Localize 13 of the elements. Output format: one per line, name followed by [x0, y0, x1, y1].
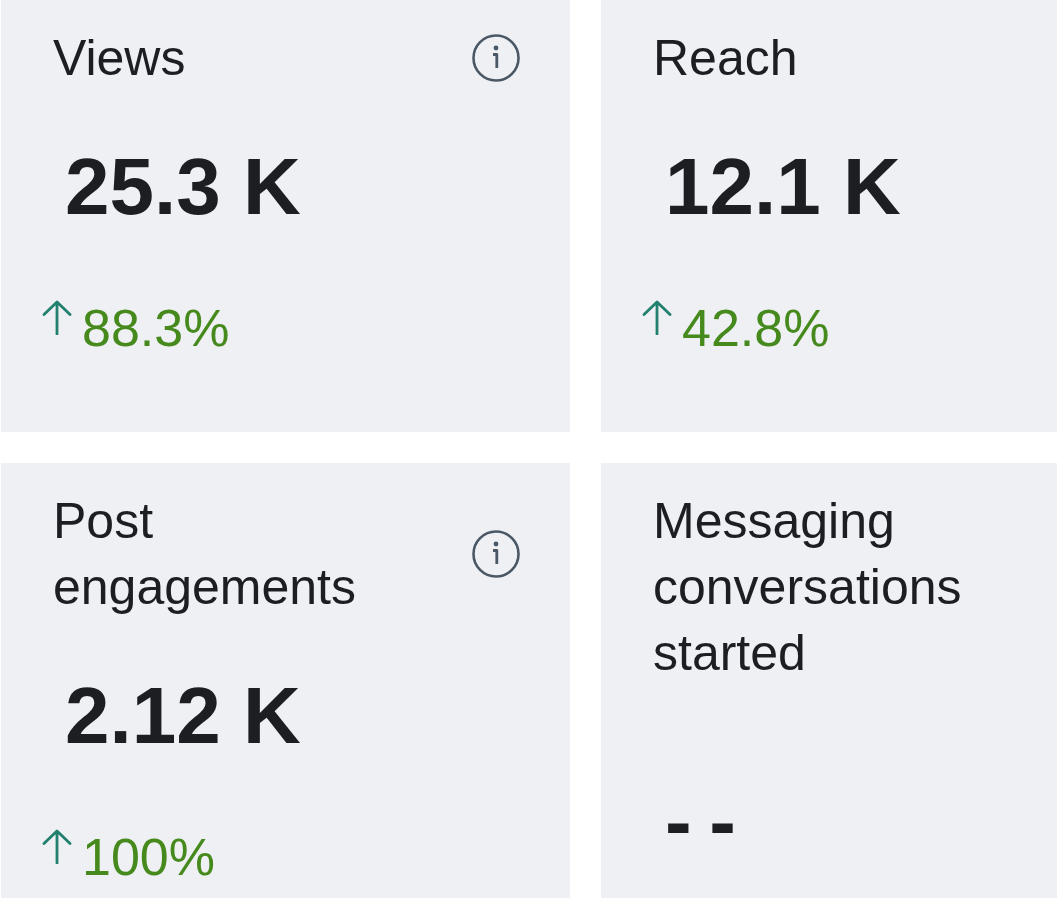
- metric-title: Reach: [653, 29, 799, 88]
- metric-title: Post engagements: [53, 492, 357, 617]
- info-icon[interactable]: [472, 34, 520, 82]
- metric-value: 25.3 K: [65, 141, 302, 233]
- metric-title: Views: [53, 29, 187, 88]
- metric-title: Messaging conversations started: [653, 492, 963, 683]
- change-percent: 88.3%: [82, 298, 230, 358]
- info-icon[interactable]: [472, 530, 520, 578]
- change-percent: 42.8%: [682, 298, 830, 358]
- metric-value: --: [665, 776, 755, 868]
- metric-value: 2.12 K: [65, 670, 302, 762]
- change-percent: 100%: [82, 827, 215, 887]
- metric-value: 12.1 K: [665, 141, 902, 233]
